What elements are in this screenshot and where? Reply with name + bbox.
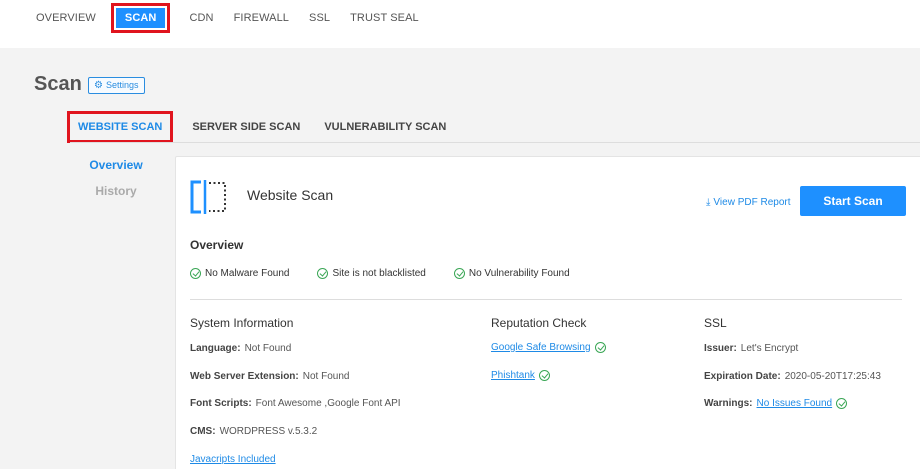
system-info-web-server-extension: Web Server Extension: Not Found [190,371,349,382]
info-value: Font Awesome ,Google Font API [255,398,401,409]
javascripts-included-link[interactable]: Javacripts Included [190,454,276,465]
tab-server-side-scan[interactable]: SERVER SIDE SCAN [192,121,300,133]
reputation-check-heading: Reputation Check [491,316,587,330]
gear-icon: ⚙ [94,79,103,91]
website-scan-logo-icon [190,180,226,214]
info-value: Not Found [244,343,292,354]
nav-ssl[interactable]: SSL [309,8,330,28]
ssl-issuer: Issuer: Let's Encrypt [704,343,798,354]
check-label: No Vulnerability Found [468,268,570,279]
nav-firewall[interactable]: FIREWALL [234,8,289,28]
overview-checks: No Malware Found Site is not blacklisted… [190,268,598,279]
ssl-warnings-link[interactable]: No Issues Found [757,398,833,409]
check-label: No Malware Found [205,268,290,279]
tab-website-scan[interactable]: WEBSITE SCAN [66,111,174,143]
check-circle-icon [836,398,848,409]
info-label: CMS: [190,426,216,437]
ssl-warnings: Warnings: No Issues Found [704,398,848,409]
google-safe-browsing-link[interactable]: Google Safe Browsing [491,342,591,353]
ssl-expiration: Expiration Date: 2020-05-20T17:25:43 [704,371,881,382]
system-info-font-scripts: Font Scripts: Font Awesome ,Google Font … [190,398,401,409]
info-value: WORDPRESS v.5.3.2 [219,426,318,437]
settings-button-label: Settings [105,80,139,90]
settings-button[interactable]: ⚙ Settings [88,77,145,94]
ssl-warnings-label: Warnings: [704,398,753,409]
start-scan-button[interactable]: Start Scan [800,186,906,216]
side-item-overview[interactable]: Overview [72,156,160,182]
page-title: Scan [34,73,82,95]
section-divider [190,299,902,300]
info-label: Language: [190,343,241,354]
view-pdf-report-link[interactable]: ⤓ View PDF Report [706,197,791,208]
ssl-issuer-label: Issuer: [704,343,737,354]
scan-tabs: WEBSITE SCAN SERVER SIDE SCAN VULNERABIL… [66,111,470,143]
info-label: Font Scripts: [190,398,252,409]
side-item-history[interactable]: History [72,182,160,208]
system-info-language: Language: Not Found [190,343,291,354]
ssl-issuer-value: Let's Encrypt [740,343,799,354]
nav-scan[interactable]: SCAN [110,3,171,33]
reputation-google-safe-browsing: Google Safe Browsing [491,342,606,353]
check-label: Site is not blacklisted [332,268,426,279]
tabs-divider [70,142,920,143]
side-nav: Overview History [72,156,160,208]
ssl-expiration-label: Expiration Date: [704,371,781,382]
system-info-cms: CMS: WORDPRESS v.5.3.2 [190,426,317,437]
check-not-blacklisted: Site is not blacklisted [317,268,426,279]
check-no-malware: No Malware Found [190,268,289,279]
javascripts-included-label: Javacripts Included [190,454,276,465]
top-bar: OVERVIEW SCAN CDN FIREWALL SSL TRUST SEA… [0,0,920,48]
info-label: Web Server Extension: [190,371,299,382]
nav-cdn[interactable]: CDN [189,8,213,28]
nav-trust-seal[interactable]: TRUST SEAL [350,8,419,28]
view-pdf-report-label: View PDF Report [713,197,791,208]
tab-vulnerability-scan[interactable]: VULNERABILITY SCAN [324,121,446,133]
phishtank-link[interactable]: Phishtank [491,370,535,381]
reputation-phishtank: Phishtank [491,370,550,381]
check-no-vulnerability: No Vulnerability Found [453,268,570,279]
overview-heading: Overview [190,238,244,252]
check-circle-icon [317,268,329,279]
nav-overview[interactable]: OVERVIEW [36,8,96,28]
check-circle-icon [594,342,606,353]
check-circle-icon [538,370,550,381]
check-circle-icon [453,268,465,279]
info-value: Not Found [302,371,350,382]
panel-title: Website Scan [247,187,334,203]
download-icon: ⤓ [706,197,711,208]
ssl-heading: SSL [704,316,727,330]
top-nav: OVERVIEW SCAN CDN FIREWALL SSL TRUST SEA… [36,3,439,33]
check-circle-icon [190,268,201,279]
system-information-heading: System Information [190,316,294,330]
ssl-expiration-value: 2020-05-20T17:25:43 [784,371,881,382]
